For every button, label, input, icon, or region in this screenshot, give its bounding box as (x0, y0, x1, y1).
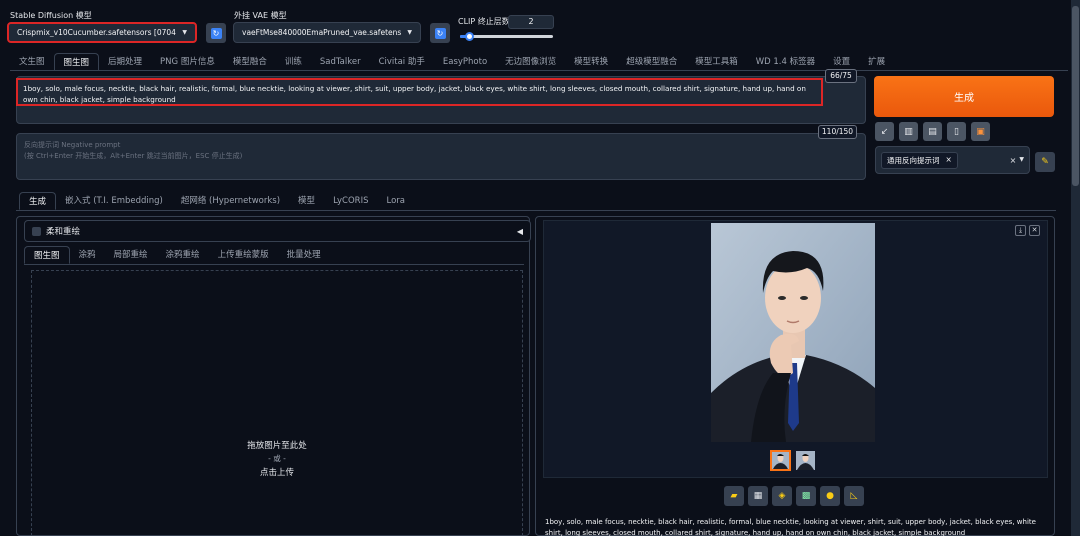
tab-main-item-0[interactable]: 文生图 (10, 53, 54, 71)
sub-tab-bar: 生成 嵌入式 (T.I. Embedding) 超网络 (Hypernetworks… (19, 192, 414, 210)
negative-prompt-input[interactable]: 反向提示词 Negative prompt (按 Ctrl+Enter 开始生成… (16, 133, 866, 180)
model-select[interactable]: Crispmix_v10Cucumber.safetensors [0704c8… (7, 22, 197, 43)
tab-img-item-3[interactable]: 涂鸦重绘 (157, 246, 209, 264)
tab-img-item-1[interactable]: 涂鸦 (70, 246, 105, 264)
generate-button[interactable]: 生成 (874, 76, 1054, 117)
trash-icon[interactable]: ▥ (899, 122, 918, 141)
tab-sub-item-3[interactable]: 模型 (289, 192, 324, 210)
refresh-vae-button[interactable]: ↻ (430, 23, 450, 43)
style-tag: 通用反向提示词 × (881, 151, 958, 169)
page-scrollbar[interactable] (1071, 0, 1080, 536)
model-value: Crispmix_v10Cucumber.safetensors [0704c8… (17, 28, 176, 37)
tab-sub-item-0[interactable]: 生成 (19, 192, 57, 210)
refresh-model-button[interactable]: ↻ (206, 23, 226, 43)
tab-img-item-0[interactable]: 图生图 (24, 246, 70, 264)
tab-main-wd-1-4-13[interactable]: WD 1.4 标签器 (747, 53, 824, 71)
close-icon[interactable]: ✕ (1029, 225, 1040, 236)
upload-click-text: 点击上传 (259, 468, 294, 478)
tab-main-item-4[interactable]: 模型融合 (224, 53, 276, 71)
soft-inpaint-label: 柔和重绘 (46, 227, 81, 237)
tab-img-item-5[interactable]: 批量处理 (278, 246, 330, 264)
prompt-input[interactable]: 1boy, solo, male focus, necktie, black h… (16, 78, 823, 106)
clipboard-icon[interactable]: ▤ (923, 122, 942, 141)
tab-main-civitai-7[interactable]: Civitai 助手 (370, 53, 434, 71)
tab-main-item-5[interactable]: 训练 (276, 53, 311, 71)
output-caption: 1boy, solo, male focus, necktie, black h… (545, 518, 1036, 536)
pencil-icon: ✎ (1041, 157, 1049, 167)
tab-main-item-1[interactable]: 图生图 (53, 53, 100, 71)
vae-label: 外挂 VAE 模型 (234, 11, 287, 20)
palette-icon[interactable]: ● (820, 486, 840, 506)
vae-select[interactable]: vaeFtMse840000EmaPruned_vae.safetensors ▼ (233, 22, 421, 43)
thumbnail-2[interactable] (796, 451, 815, 470)
chevron-down-icon: ▼ (1019, 155, 1024, 163)
output-action-row: ▰ ▦ ◈ ▩ ● ◺ (724, 486, 864, 506)
img-tab-bar: 图生图 涂鸦 局部重绘 涂鸦重绘 上传重绘蒙版 批量处理 (24, 246, 330, 264)
tab-img-item-4[interactable]: 上传重绘蒙版 (209, 246, 278, 264)
style-tag-label: 通用反向提示词 (887, 155, 940, 165)
image-icon[interactable]: ▩ (796, 486, 816, 506)
soft-inpaint-accordion[interactable]: 柔和重绘 ◀ (24, 220, 531, 242)
main-tab-bar: 文生图 图生图 后期处理 PNG 图片信息 模型融合 训练 SadTalker Civitai… (10, 53, 894, 71)
tab-main-item-9[interactable]: 无边图像浏览 (496, 53, 565, 71)
generated-image[interactable] (711, 223, 875, 442)
tab-main-item-10[interactable]: 模型转换 (565, 53, 617, 71)
model-label: Stable Diffusion 模型 (10, 11, 92, 20)
negative-placeholder-2: (按 Ctrl+Enter 开始生成，Alt+Enter 跳过当前图片，ESC … (24, 152, 243, 160)
generate-label: 生成 (954, 93, 974, 104)
clear-icon[interactable]: × (1010, 156, 1017, 165)
clip-label: CLIP 终止层数 (458, 17, 510, 26)
tab-main-item-11[interactable]: 超级模型融合 (617, 53, 686, 71)
upload-or-text: - 或 - (268, 454, 286, 463)
upload-drop-text: 拖放图片至此处 (247, 441, 307, 451)
edit-style-button[interactable]: ✎ (1035, 152, 1055, 172)
tab-main-easyphoto-8[interactable]: EasyPhoto (434, 53, 496, 71)
save-icon[interactable]: ▯ (947, 122, 966, 141)
scrollbar-thumb[interactable] (1072, 6, 1079, 186)
tab-sub-t-i-embedding-1[interactable]: 嵌入式 (T.I. Embedding) (56, 192, 172, 210)
tab-sub-lora-5[interactable]: Lora (377, 192, 414, 210)
prompt-token-counter: 66/75 (825, 69, 857, 83)
tab-sub-lycoris-4[interactable]: LyCORIS (324, 192, 377, 210)
tab-main-item-15[interactable]: 扩展 (859, 53, 894, 71)
clip-number-input[interactable]: 2 (508, 15, 554, 29)
tab-img-item-2[interactable]: 局部重绘 (105, 246, 157, 264)
tab-main-item-12[interactable]: 模型工具箱 (686, 53, 747, 71)
soft-inpaint-checkbox[interactable] (32, 226, 41, 236)
style-select[interactable]: 通用反向提示词 × × ▼ (875, 146, 1030, 174)
negative-placeholder-1: 反向提示词 Negative prompt (24, 141, 121, 149)
folder-icon[interactable]: ▰ (724, 486, 744, 506)
clip-slider[interactable] (460, 32, 553, 41)
tab-main-png-3[interactable]: PNG 图片信息 (151, 53, 224, 71)
vae-value: vaeFtMse840000EmaPruned_vae.safetensors (242, 28, 402, 37)
chevron-down-icon: ▼ (182, 29, 187, 36)
zip-icon[interactable]: ◈ (772, 486, 792, 506)
slider-handle[interactable] (464, 32, 474, 41)
thumbnail-1[interactable] (770, 450, 791, 471)
save-icon[interactable]: ▦ (748, 486, 768, 506)
style-icon[interactable]: ▣ (971, 122, 990, 141)
collapse-arrow-icon[interactable]: ◀ (517, 227, 523, 236)
ruler-icon[interactable]: ◺ (844, 486, 864, 506)
arrow-icon[interactable]: ↙ (875, 122, 894, 141)
tool-row: ↙ ▥ ▤ ▯ ▣ (875, 122, 990, 141)
close-icon[interactable]: × (946, 155, 952, 166)
refresh-icon: ↻ (434, 27, 446, 39)
chevron-down-icon: ▼ (407, 29, 412, 36)
refresh-icon: ↻ (210, 27, 222, 39)
tab-sub-hypernetworks-2[interactable]: 超网络 (Hypernetworks) (172, 192, 289, 210)
tab-main-item-2[interactable]: 后期处理 (99, 53, 151, 71)
tab-main-sadtalker-6[interactable]: SadTalker (311, 53, 370, 71)
download-icon[interactable]: ⤓ (1015, 225, 1026, 236)
image-upload-dropzone[interactable]: 拖放图片至此处 - 或 - 点击上传 (31, 270, 523, 536)
negative-token-counter: 110/150 (818, 125, 857, 139)
